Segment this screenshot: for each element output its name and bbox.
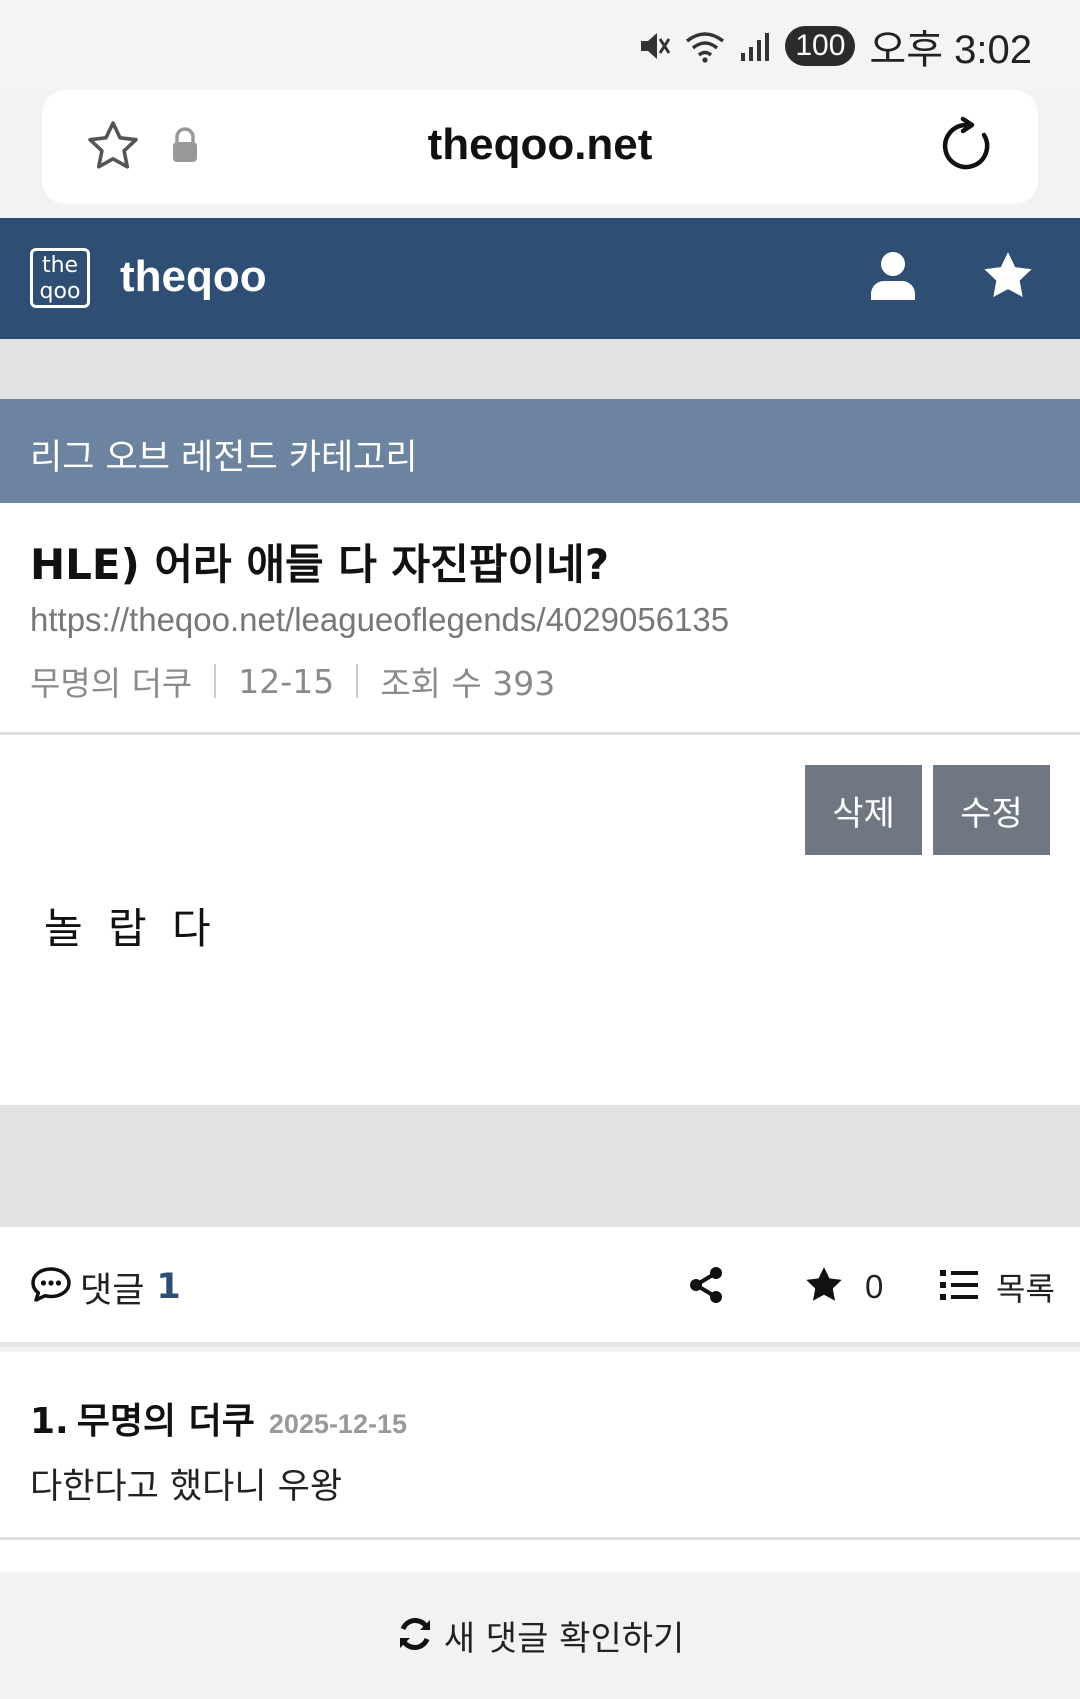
site-logo[interactable]: the qoo <box>30 248 90 308</box>
wifi-icon <box>685 29 725 63</box>
list-label: 목록 <box>996 1270 1055 1308</box>
post-actions: 댓글 1 0 목록 <box>0 1227 1080 1347</box>
status-icons: 100 오후 3:02 <box>637 22 1032 72</box>
share-icon <box>686 1265 726 1309</box>
status-bar: 100 오후 3:02 <box>0 0 1080 90</box>
battery-indicator: 100 <box>785 26 856 66</box>
site-header: the qoo theqoo <box>0 218 1080 339</box>
user-icon[interactable] <box>868 250 918 306</box>
comments-toggle[interactable]: 댓글 1 <box>30 1227 181 1347</box>
delete-button[interactable]: 삭제 <box>805 765 922 855</box>
share-button[interactable] <box>686 1227 726 1347</box>
comments-count: 1 <box>156 1267 181 1307</box>
logo-text-bottom: qoo <box>39 279 81 304</box>
post-title: HLE) 어라 애들 다 자진팝이네? <box>30 540 610 589</box>
url-text[interactable]: theqoo.net <box>42 120 1038 170</box>
comment-date: 2025-12-15 <box>268 1409 407 1439</box>
post-content: 놀 랍 다 <box>44 904 217 953</box>
post-views: 조회 수 393 <box>380 664 556 703</box>
post-meta: 무명의 더쿠 12-15 조회 수 393 <box>30 657 555 705</box>
post-body: 삭제 수정 놀 랍 다 <box>0 735 1080 1105</box>
browser-url-bar[interactable]: theqoo.net <box>42 90 1038 204</box>
site-name[interactable]: theqoo <box>120 252 267 302</box>
star-icon[interactable] <box>980 248 1036 308</box>
favorite-button[interactable]: 0 <box>803 1227 883 1347</box>
signal-icon <box>739 29 771 63</box>
star-icon <box>803 1264 845 1310</box>
category-bar[interactable]: 리그 오브 레전드 카테고리 <box>0 399 1080 503</box>
list-icon <box>940 1269 978 1305</box>
reload-icon[interactable] <box>936 116 996 180</box>
refresh-comments-button[interactable]: 새 댓글 확인하기 <box>0 1572 1080 1699</box>
meta-divider <box>356 664 359 698</box>
logo-text-top: the <box>41 253 79 278</box>
list-button[interactable]: 목록 <box>940 1227 1055 1347</box>
post-url[interactable]: https://theqoo.net/leagueoflegends/40290… <box>30 601 729 639</box>
edit-button[interactable]: 수정 <box>933 765 1050 855</box>
comment-text: 다한다고 했다니 우왕 <box>30 1467 343 1507</box>
refresh-label: 새 댓글 확인하기 <box>443 1619 685 1659</box>
comment-icon <box>30 1266 72 1308</box>
spacer <box>0 1540 1080 1572</box>
comment-author: 무명의 더쿠 <box>76 1401 255 1442</box>
category-label[interactable]: 리그 오브 레전드 카테고리 <box>30 429 418 480</box>
meta-divider <box>214 664 217 698</box>
comment-item: 1. 무명의 더쿠 2025-12-15 다한다고 했다니 우왕 <box>0 1352 1080 1540</box>
refresh-icon <box>396 1615 434 1656</box>
favorites-count: 0 <box>865 1268 884 1305</box>
comment-number: 1. <box>30 1401 69 1442</box>
spacer <box>0 1105 1080 1227</box>
mute-icon <box>637 29 671 63</box>
post-header: HLE) 어라 애들 다 자진팝이네? https://theqoo.net/l… <box>0 503 1080 735</box>
comment-header: 1. 무명의 더쿠 2025-12-15 <box>30 1392 407 1444</box>
spacer <box>0 339 1080 399</box>
post-author: 무명의 더쿠 <box>30 664 193 703</box>
clock: 오후 3:02 <box>869 28 1032 72</box>
post-date: 12-15 <box>238 661 335 701</box>
comments-label: 댓글 <box>80 1270 145 1311</box>
